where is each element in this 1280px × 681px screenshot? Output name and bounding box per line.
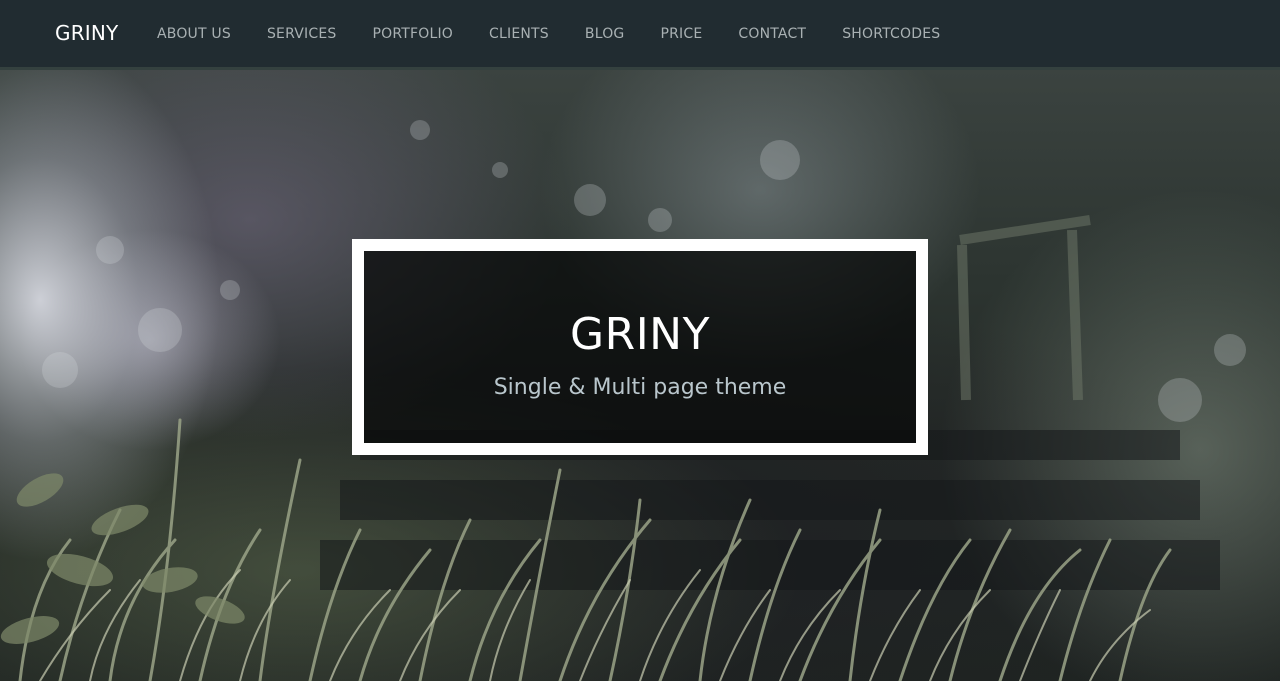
nav-item-about-us[interactable]: ABOUT US (157, 26, 231, 42)
nav-item-services[interactable]: SERVICES (267, 26, 337, 42)
hero-title: GRINY (570, 309, 710, 360)
hero-title-frame: GRINY Single & Multi page theme (352, 239, 928, 455)
hero-subtitle: Single & Multi page theme (493, 375, 787, 400)
brand-logo[interactable]: GRINY (55, 21, 118, 45)
nav-item-blog[interactable]: BLOG (585, 26, 625, 42)
nav-item-clients[interactable]: CLIENTS (489, 26, 549, 42)
nav-item-price[interactable]: PRICE (660, 26, 702, 42)
nav-item-shortcodes[interactable]: SHORTCODES (842, 26, 940, 42)
nav-item-portfolio[interactable]: PORTFOLIO (372, 26, 453, 42)
nav-menu: ABOUT US SERVICES PORTFOLIO CLIENTS BLOG… (157, 0, 976, 67)
nav-item-contact[interactable]: CONTACT (738, 26, 806, 42)
top-navbar: GRINY ABOUT US SERVICES PORTFOLIO CLIENT… (0, 0, 1280, 70)
